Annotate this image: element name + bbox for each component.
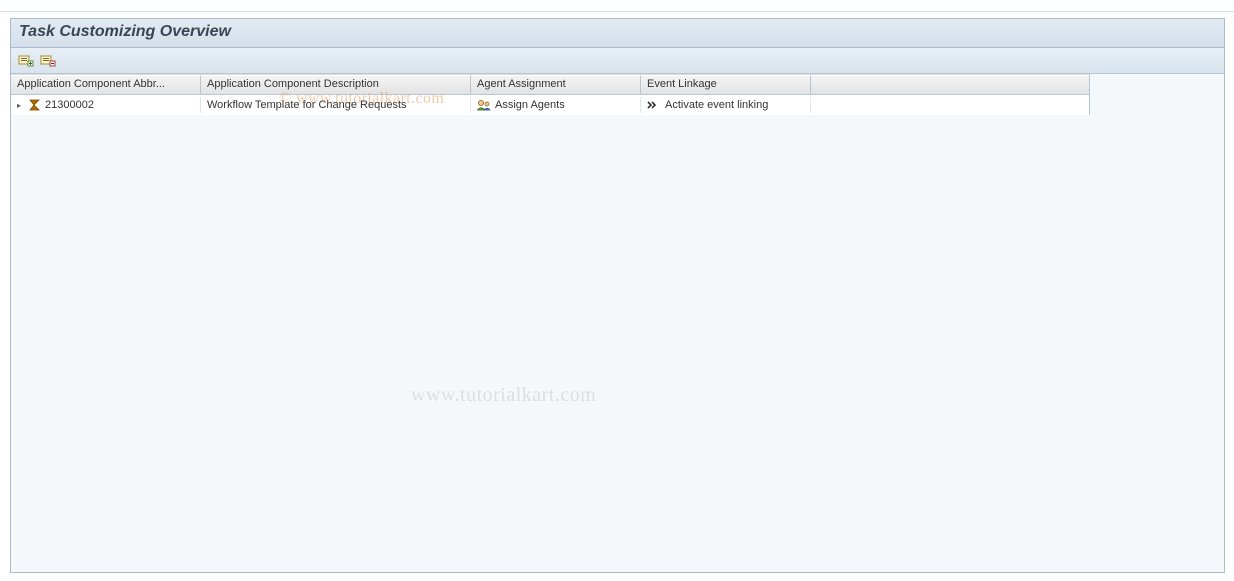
column-header-abbr[interactable]: Application Component Abbr... (11, 75, 201, 95)
expand-all-button[interactable] (17, 53, 35, 69)
cell-abbr[interactable]: ▸ 21300002 (11, 97, 201, 113)
cell-event[interactable]: Activate event linking (641, 97, 811, 113)
grid-area: Application Component Abbr... Applicatio… (11, 74, 1224, 572)
cell-abbr-text: 21300002 (45, 99, 94, 111)
panel-title: Task Customizing Overview (11, 19, 1224, 48)
tree-expand-icon (18, 54, 34, 68)
column-header-agent[interactable]: Agent Assignment (471, 75, 641, 95)
window-divider (0, 6, 1234, 12)
column-header-desc[interactable]: Application Component Description (201, 75, 471, 95)
cell-agent-text: Assign Agents (495, 99, 565, 111)
panel-toolbar (11, 48, 1224, 74)
column-header-filler (811, 75, 1089, 95)
grid-row[interactable]: ▸ 21300002 Workflow Template for Change … (11, 95, 1089, 115)
column-header-event[interactable]: Event Linkage (641, 75, 811, 95)
cell-event-text: Activate event linking (665, 99, 768, 111)
cell-desc: Workflow Template for Change Requests (201, 97, 471, 113)
cell-filler (811, 103, 1089, 107)
agent-assignment-icon (477, 99, 491, 111)
sigma-icon (29, 99, 41, 111)
cell-desc-text: Workflow Template for Change Requests (207, 99, 407, 111)
grid-body: ▸ 21300002 Workflow Template for Change … (11, 95, 1089, 115)
watermark-mid: www.tutorialkart.com (411, 384, 596, 407)
task-customizing-panel: Task Customizing Overview (10, 18, 1225, 573)
grid-header-row: Application Component Abbr... Applicatio… (11, 75, 1089, 95)
tree-collapse-icon (40, 54, 56, 68)
alv-grid: Application Component Abbr... Applicatio… (11, 74, 1090, 115)
event-linkage-icon (647, 100, 661, 110)
tree-leaf-icon: ▸ (17, 101, 25, 110)
cell-agent[interactable]: Assign Agents (471, 97, 641, 113)
collapse-all-button[interactable] (39, 53, 57, 69)
